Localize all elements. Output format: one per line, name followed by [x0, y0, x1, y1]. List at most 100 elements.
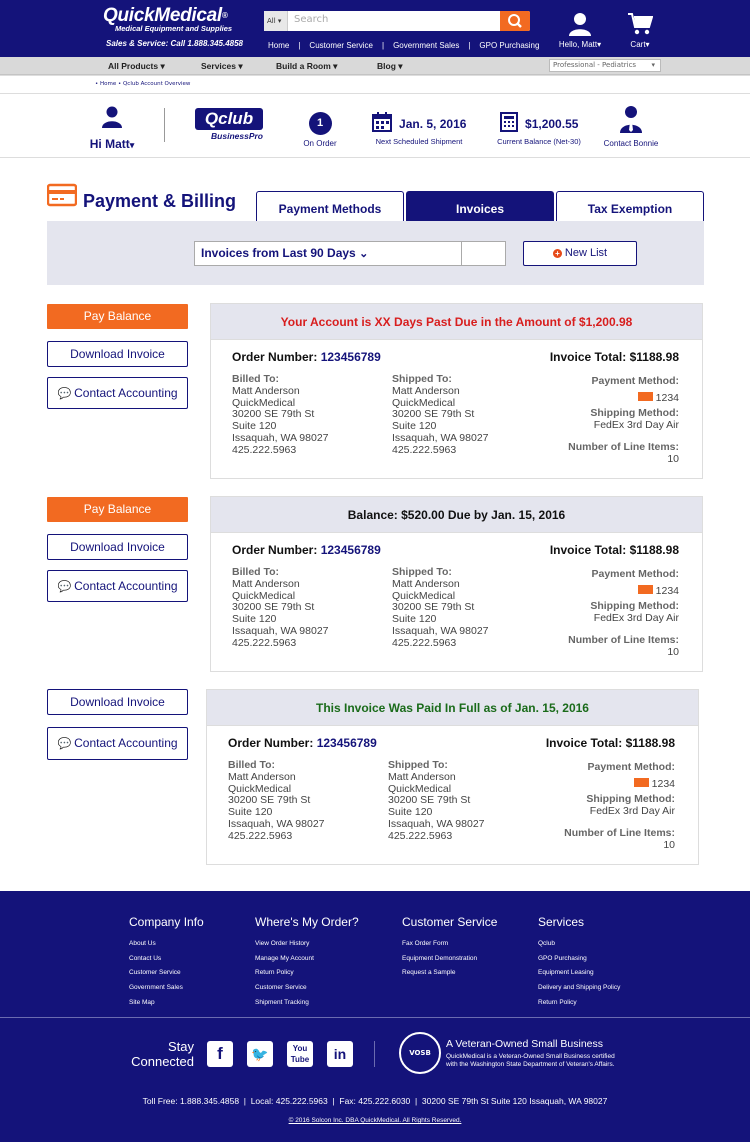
- billed-to: Billed To: Matt Anderson QuickMedical 30…: [232, 566, 329, 650]
- address-line: Issaquah, WA 98027: [392, 431, 489, 444]
- link-gpo-purchasing[interactable]: GPO Purchasing: [479, 41, 539, 50]
- billed-to: Billed To: Matt Anderson QuickMedical 30…: [232, 373, 329, 457]
- footer-link[interactable]: Request a Sample: [402, 966, 497, 981]
- address-line: Matt Anderson: [392, 384, 460, 397]
- tab-tax-exemption[interactable]: Tax Exemption: [556, 191, 704, 222]
- footer-link[interactable]: Equipment Leasing: [538, 966, 620, 981]
- contact-accounting-button[interactable]: 💬 Contact Accounting: [47, 570, 188, 602]
- link-government-sales[interactable]: Government Sales: [393, 41, 459, 50]
- footer-link[interactable]: Site Map: [129, 996, 204, 1011]
- shipment-label: Next Scheduled Shipment: [375, 137, 463, 146]
- account-menu[interactable]: Hello, Matt▾: [555, 12, 605, 49]
- download-invoice-button[interactable]: Download Invoice: [47, 689, 188, 715]
- card-last4: 1234: [655, 391, 679, 404]
- next-shipment-summary[interactable]: Jan. 5, 2016 Next Scheduled Shipment: [371, 112, 467, 146]
- footer-link[interactable]: Return Policy: [538, 996, 620, 1011]
- line-items-label: Number of Line Items:: [564, 827, 675, 839]
- search-scope-select[interactable]: All ▾: [264, 11, 288, 31]
- nav-all-products[interactable]: All Products ▾: [108, 61, 165, 72]
- footer-link[interactable]: Fax Order Form: [402, 937, 497, 952]
- address-line: QuickMedical: [388, 782, 452, 795]
- invoice-range-select[interactable]: Invoices from Last 90 Days ⌄: [194, 241, 505, 266]
- chat-icon: 💬: [57, 581, 72, 593]
- contact-accounting-button[interactable]: 💬 Contact Accounting: [47, 377, 188, 409]
- twitter-icon[interactable]: 🐦: [247, 1041, 273, 1067]
- footer-heading: Customer Service: [402, 915, 498, 929]
- new-list-button[interactable]: + New List: [523, 241, 637, 266]
- payment-method-label: Payment Method:: [591, 568, 679, 580]
- footer-vertical-divider: [374, 1041, 375, 1067]
- tab-invoices[interactable]: Invoices: [406, 191, 554, 222]
- footer-link[interactable]: View Order History: [255, 937, 359, 952]
- practice-select[interactable]: Professional - Pediatrics ▾: [549, 59, 661, 72]
- top-link-separator: |: [298, 41, 301, 50]
- footer-link[interactable]: Shipment Tracking: [255, 996, 359, 1011]
- line-items-count: 10: [663, 838, 675, 851]
- on-order-summary[interactable]: 1 On Order: [299, 112, 341, 148]
- nav-label: Blog: [377, 61, 396, 71]
- footer-link[interactable]: Qclub: [538, 937, 620, 952]
- invoice-status: Your Account is XX Days Past Due in the …: [211, 304, 702, 340]
- address-line: 425.222.5963: [228, 829, 293, 842]
- invoice-status: Balance: $520.00 Due by Jan. 15, 2016: [211, 497, 702, 533]
- footer-link[interactable]: Government Sales: [129, 981, 204, 996]
- contact-accounting-label: Contact Accounting: [74, 579, 178, 593]
- nav-build-a-room[interactable]: Build a Room ▾: [276, 61, 337, 72]
- search-input[interactable]: Search: [294, 14, 328, 25]
- top-header: QuickMedical® Medical Equipment and Supp…: [0, 0, 750, 57]
- qclub-summary-bar: Hi Matt▾ Qclub BusinessPro 1 On Order Ja…: [0, 94, 750, 158]
- address-line: Matt Anderson: [232, 577, 300, 590]
- link-home[interactable]: Home: [268, 41, 289, 50]
- footer-link[interactable]: Manage My Account: [255, 952, 359, 967]
- shipped-to: Shipped To: Matt Anderson QuickMedical 3…: [392, 373, 489, 457]
- invoice-total: Invoice Total: $1188.98: [545, 736, 675, 750]
- payment-shipping-info: Payment Method: 1234 Shipping Method: Fe…: [568, 375, 679, 465]
- shipping-method: FedEx 3rd Day Air: [589, 804, 675, 817]
- copyright[interactable]: © 2016 Solcon Inc. DBA QuickMedical. All…: [0, 1117, 750, 1124]
- filter-box[interactable]: [461, 241, 506, 266]
- footer-link[interactable]: GPO Purchasing: [538, 952, 620, 967]
- nav-services[interactable]: Services ▾: [201, 61, 243, 72]
- address-line: 30200 SE 79th St: [232, 601, 315, 614]
- breadcrumb[interactable]: • Home • Qclub Account Overview: [95, 81, 190, 87]
- link-customer-service[interactable]: Customer Service: [309, 41, 373, 50]
- footer-link[interactable]: About Us: [129, 937, 204, 952]
- facebook-icon[interactable]: f: [207, 1041, 233, 1067]
- tab-payment-methods[interactable]: Payment Methods: [256, 191, 404, 222]
- qclub-logo[interactable]: Qclub BusinessPro: [195, 108, 263, 141]
- search-button[interactable]: [500, 11, 530, 31]
- download-invoice-button[interactable]: Download Invoice: [47, 534, 188, 560]
- cart-menu[interactable]: Cart▾: [624, 12, 656, 49]
- contact-accounting-button[interactable]: 💬 Contact Accounting: [47, 727, 188, 760]
- payment-shipping-info: Payment Method: 1234 Shipping Method: Fe…: [564, 761, 675, 851]
- balance-summary[interactable]: $1,200.55 Current Balance (Net-30): [494, 112, 584, 146]
- card-last4: 1234: [655, 584, 679, 597]
- contact-rep[interactable]: Contact Bonnie: [601, 105, 661, 148]
- payment-method-label: Payment Method:: [587, 761, 675, 773]
- footer-link[interactable]: Equipment Demonstration: [402, 952, 497, 967]
- footer-link[interactable]: Customer Service: [255, 981, 359, 996]
- card-last4: 1234: [651, 777, 675, 790]
- vosb-seal-icon: VOSB: [399, 1032, 441, 1074]
- footer-link[interactable]: Delivery and Shipping Policy: [538, 981, 620, 996]
- order-number-label: Order Number:: [232, 543, 318, 557]
- order-number-value[interactable]: 123456789: [321, 350, 381, 364]
- shipment-date: Jan. 5, 2016: [399, 117, 467, 131]
- pay-balance-button[interactable]: Pay Balance: [47, 497, 188, 522]
- nav-blog[interactable]: Blog ▾: [377, 61, 403, 72]
- order-number-value[interactable]: 123456789: [321, 543, 381, 557]
- youtube-icon[interactable]: You Tube: [287, 1041, 313, 1067]
- site-footer: Company Info About Us Contact Us Custome…: [0, 891, 750, 1142]
- footer-link[interactable]: Contact Us: [129, 952, 204, 967]
- linkedin-icon[interactable]: in: [327, 1041, 353, 1067]
- balance-label: Current Balance (Net-30): [497, 137, 581, 146]
- credit-card-icon: [637, 584, 653, 594]
- qclub-user-menu[interactable]: Hi Matt▾: [88, 106, 136, 151]
- search-bar: All ▾ Search: [264, 11, 530, 31]
- quickmedical-logo[interactable]: QuickMedical® Medical Equipment and Supp…: [103, 6, 253, 33]
- download-invoice-button[interactable]: Download Invoice: [47, 341, 188, 367]
- pay-balance-button[interactable]: Pay Balance: [47, 304, 188, 329]
- footer-link[interactable]: Return Policy: [255, 966, 359, 981]
- order-number-value[interactable]: 123456789: [317, 736, 377, 750]
- footer-link[interactable]: Customer Service: [129, 966, 204, 981]
